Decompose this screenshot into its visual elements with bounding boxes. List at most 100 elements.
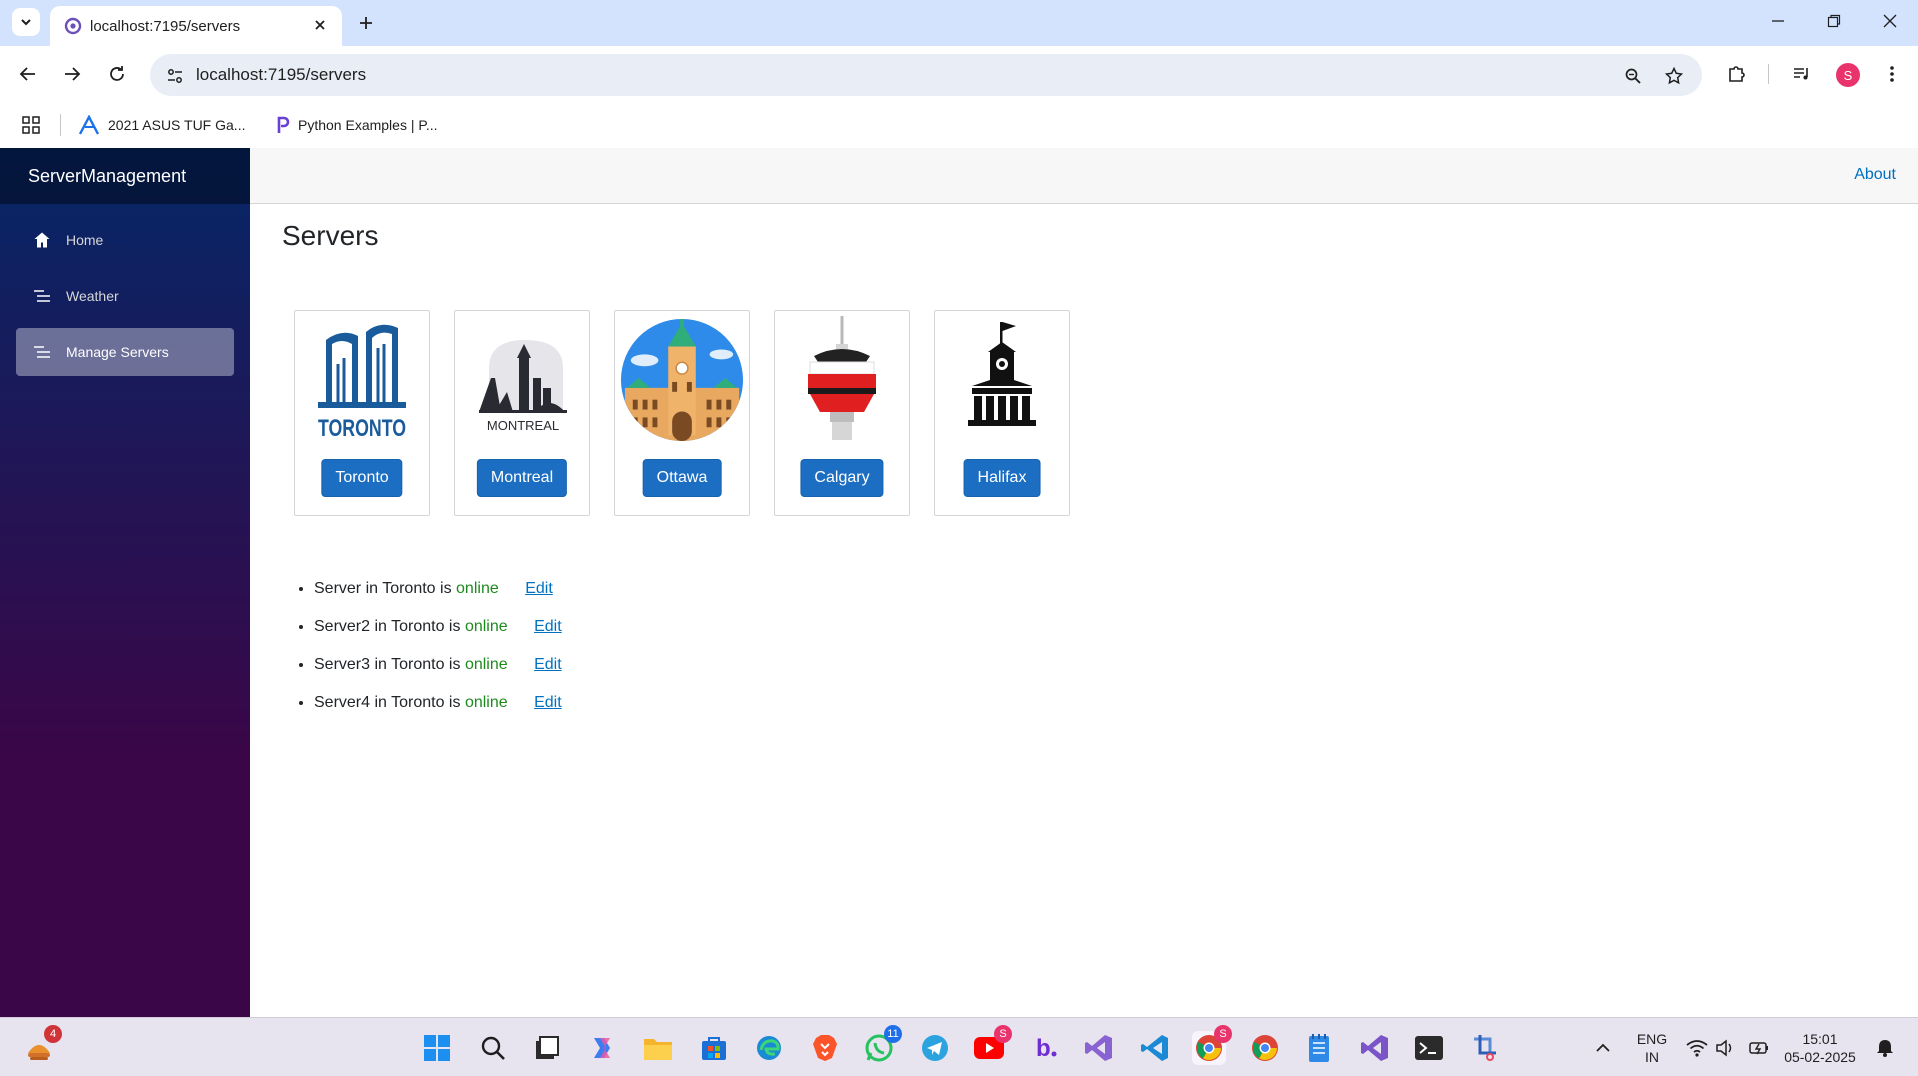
city-card-montreal: MONTREAL Montreal [454,310,590,516]
edit-link[interactable]: Edit [525,580,553,597]
list-item: Server2 in Toronto is online Edit [314,608,562,646]
site-info-icon[interactable] [162,63,188,89]
whatsapp-icon[interactable]: 11 [862,1025,902,1065]
city-button-toronto[interactable]: Toronto [321,459,403,497]
whatsapp-badge: 11 [884,1025,902,1043]
reload-icon[interactable] [103,60,131,88]
about-link[interactable]: About [1854,166,1896,184]
url-text[interactable]: localhost:7195/servers [196,65,366,85]
extensions-puzzle-icon[interactable] [1722,60,1750,88]
media-control-icon[interactable] [1788,60,1816,88]
vscode-icon[interactable] [1138,1031,1172,1065]
brave-icon[interactable] [808,1031,842,1065]
top-row: About [250,148,1918,204]
widgets-badge: 4 [44,1025,62,1043]
edit-link[interactable]: Edit [534,618,562,635]
edit-link[interactable]: Edit [534,694,562,711]
edge-icon[interactable] [752,1031,786,1065]
blazor-favicon-icon [64,17,82,35]
browser-tab-active[interactable]: localhost:7195/servers [50,6,342,46]
bookmark-star-icon[interactable] [1661,63,1687,89]
house-icon [32,230,52,250]
svg-text:TORONTO: TORONTO [318,415,406,442]
notepad-icon[interactable] [1302,1031,1336,1065]
profile-avatar[interactable]: S [1836,63,1860,87]
word-is: is [448,694,461,711]
telegram-icon[interactable] [918,1031,952,1065]
back-arrow-icon[interactable] [14,60,42,88]
restore-icon[interactable] [1814,6,1854,36]
clock-date: 05-02-2025 [1784,1049,1856,1065]
chrome-second-profile-icon[interactable] [1248,1031,1282,1065]
status-online: online [464,618,508,635]
battery-icon[interactable] [1742,1031,1776,1065]
city-button-ottawa[interactable]: Ottawa [642,459,722,497]
app-brand[interactable]: ServerManagement [28,166,186,187]
ottawa-parliament-image [619,315,745,445]
input-language[interactable]: ENG IN [1634,1030,1670,1066]
city-button-halifax[interactable]: Halifax [963,459,1041,497]
windows-taskbar: 4 11 S b S ENG IN 15:01 05-02-2025 [0,1017,1918,1076]
volume-icon[interactable] [1708,1031,1742,1065]
close-window-icon[interactable] [1870,6,1910,36]
chrome-icon[interactable]: S [1192,1025,1232,1065]
visual-studio-2-icon[interactable] [1358,1031,1392,1065]
city-card-calgary: Calgary [774,310,910,516]
address-bar[interactable]: localhost:7195/servers [150,54,1702,96]
windows-start-icon[interactable] [420,1031,454,1065]
toolbar-divider [1768,64,1769,84]
snipping-tool-icon[interactable] [1468,1031,1502,1065]
status-online: online [456,580,499,597]
city-button-calgary[interactable]: Calgary [800,459,884,497]
list-item: Server in Toronto is online Edit [314,570,562,608]
calgary-tower-image [779,315,905,445]
browser-menu-icon[interactable] [1878,60,1906,88]
word-in: in [374,656,387,673]
tab-close-icon[interactable] [310,15,330,35]
word-is: is [440,580,452,597]
list-item: Server3 in Toronto is online Edit [314,646,562,684]
copilot-icon[interactable] [585,1031,619,1065]
microsoft-store-icon[interactable] [697,1031,731,1065]
terminal-icon[interactable] [1412,1031,1446,1065]
server-city: Toronto [382,580,436,597]
widgets-icon[interactable]: 4 [22,1025,62,1065]
sidebar: ServerManagement Home Weather Manage Ser… [0,148,250,1017]
visual-studio-icon[interactable] [1082,1031,1116,1065]
status-online: online [464,656,508,673]
server-city: Toronto [391,656,445,673]
system-clock[interactable]: 15:01 05-02-2025 [1776,1030,1864,1066]
bing-b-icon[interactable]: b [1028,1031,1062,1065]
montreal-skyline-image: MONTREAL [459,315,585,445]
browser-tab-strip: localhost:7195/servers [0,0,1918,46]
sidebar-item-home[interactable]: Home [16,216,234,264]
tab-search-button[interactable] [12,8,40,36]
new-tab-plus-icon[interactable] [352,9,380,37]
bookmark-python-examples[interactable]: Python Examples | P... [276,114,438,136]
file-explorer-icon[interactable] [641,1031,675,1065]
browser-toolbar: localhost:7195/servers S [0,46,1918,102]
youtube-icon[interactable]: S [972,1025,1012,1065]
task-view-icon[interactable] [530,1031,564,1065]
chevron-up-icon[interactable] [1586,1031,1620,1065]
notifications-bell-icon[interactable] [1868,1031,1902,1065]
sidebar-item-weather[interactable]: Weather [16,272,234,320]
apps-grid-icon[interactable] [22,114,40,136]
word-is: is [448,618,461,635]
search-icon[interactable] [476,1031,510,1065]
city-button-montreal[interactable]: Montreal [476,459,568,497]
page-title: Servers [282,220,379,251]
halifax-citadel-image [939,315,1065,445]
forward-arrow-icon[interactable] [58,60,86,88]
city-card-row: TORONTO Toronto MONTREAL Montreal Ottawa… [294,310,1070,516]
sidebar-item-manage-servers[interactable]: Manage Servers [16,328,234,376]
bookmark-asus[interactable]: 2021 ASUS TUF Ga... [78,114,245,136]
tab-title: localhost:7195/servers [90,18,241,35]
bookmarks-bar: 2021 ASUS TUF Ga... Python Examples | P.… [0,102,1918,148]
list-icon [32,286,52,306]
edit-link[interactable]: Edit [534,656,562,673]
zoom-icon[interactable] [1620,63,1646,89]
server-name: Server [314,580,362,597]
svg-text:b: b [1036,1035,1051,1062]
minimize-icon[interactable] [1758,6,1798,36]
